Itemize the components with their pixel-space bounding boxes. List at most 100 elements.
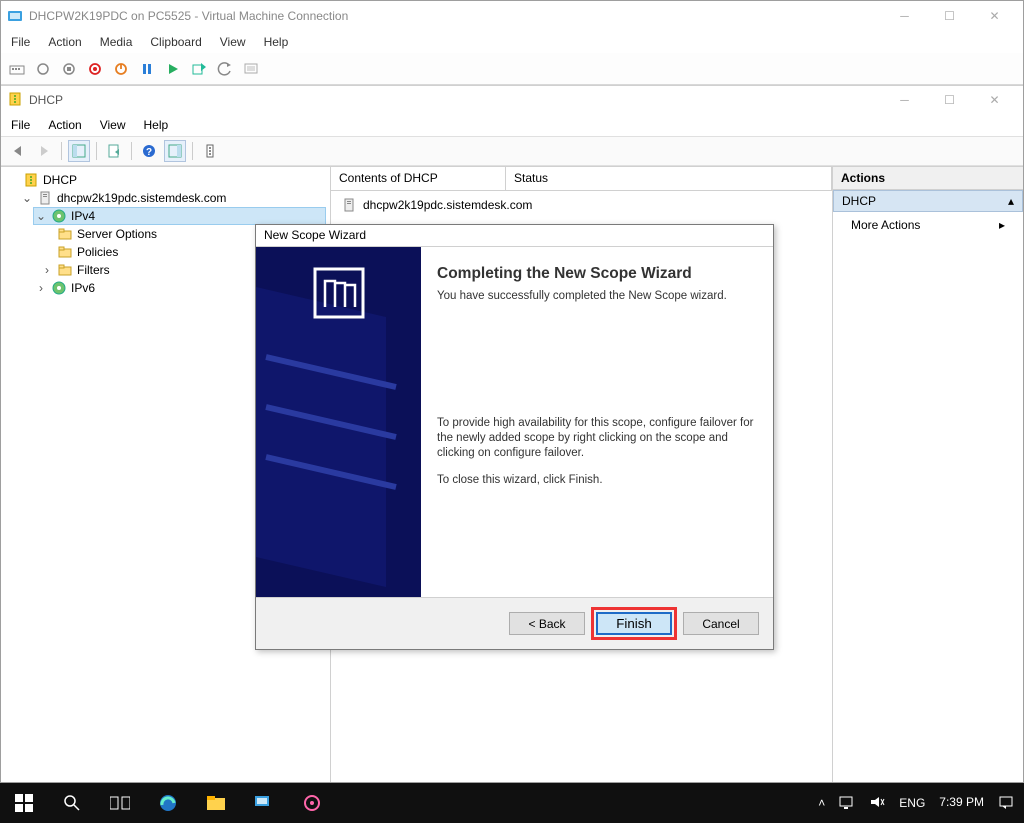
pause-icon[interactable]: [137, 59, 157, 79]
actions-title: Actions: [833, 167, 1023, 190]
export-list-icon[interactable]: [103, 140, 125, 162]
server-icon: [341, 197, 357, 213]
wizard-text-close: To close this wizard, click Finish.: [437, 473, 757, 488]
wizard-body: Completing the New Scope Wizard You have…: [256, 247, 773, 597]
dhcp-root-icon: [23, 172, 39, 188]
vm-menu-media[interactable]: Media: [100, 35, 133, 49]
expand-icon[interactable]: ›: [41, 263, 53, 277]
wizard-heading: Completing the New Scope Wizard: [437, 265, 757, 283]
forward-icon[interactable]: [33, 140, 55, 162]
turnoff-icon[interactable]: [85, 59, 105, 79]
dhcp-menu-view[interactable]: View: [100, 118, 126, 132]
toolbar-circle-2-icon[interactable]: [59, 59, 79, 79]
back-button[interactable]: < Back: [509, 612, 585, 635]
tray-sound-icon[interactable]: [869, 795, 885, 812]
actions-more[interactable]: More Actions ▸: [833, 212, 1023, 238]
content-row[interactable]: dhcpw2k19pdc.sistemdesk.com: [331, 191, 832, 219]
server-tower-icon[interactable]: [199, 140, 221, 162]
vm-connection-task-icon[interactable]: [240, 783, 288, 823]
tree-ipv6-label: IPv6: [71, 281, 95, 295]
wizard-footer: < Back Finish Cancel: [256, 597, 773, 649]
actions-sub-dhcp[interactable]: DHCP ▴: [833, 190, 1023, 212]
dhcp-menubar: File Action View Help: [1, 114, 1023, 136]
folder-options-icon: [57, 226, 73, 242]
toolbar-circle-1-icon[interactable]: [33, 59, 53, 79]
vm-app-icon: [7, 8, 23, 24]
tray-lang[interactable]: ENG: [899, 796, 925, 810]
collapse-up-icon[interactable]: ▴: [1008, 194, 1014, 208]
collapse-icon[interactable]: ⌄: [21, 191, 33, 205]
tree-policies-label: Policies: [77, 245, 118, 259]
edge-icon[interactable]: [144, 783, 192, 823]
content-item-label: dhcpw2k19pdc.sistemdesk.com: [363, 198, 532, 212]
show-hide-tree-icon[interactable]: [68, 140, 90, 162]
checkpoint-icon[interactable]: [189, 59, 209, 79]
content-header: Contents of DHCP Status: [331, 167, 832, 191]
ipv6-icon: [51, 280, 67, 296]
cancel-button[interactable]: Cancel: [683, 612, 759, 635]
wizard-titlebar: New Scope Wizard: [256, 225, 773, 247]
content-col-status[interactable]: Status: [506, 167, 832, 190]
tray-up-icon[interactable]: ˄: [818, 796, 825, 810]
actions-pane: Actions DHCP ▴ More Actions ▸: [833, 167, 1023, 782]
minimize-button[interactable]: ─: [882, 2, 927, 30]
dhcp-title-text: DHCP: [29, 93, 63, 107]
tree-root-label: DHCP: [43, 173, 77, 187]
vm-menu-file[interactable]: File: [11, 35, 30, 49]
vm-titlebar: DHCPW2K19PDC on PC5525 - Virtual Machine…: [1, 1, 1023, 31]
maximize-button[interactable]: ☐: [927, 2, 972, 30]
file-explorer-icon[interactable]: [192, 783, 240, 823]
dhcp-app-icon: [7, 91, 23, 110]
tray-notifications-icon[interactable]: [998, 794, 1014, 813]
enhanced-session-icon[interactable]: [241, 59, 261, 79]
show-hide-action-pane-icon[interactable]: [164, 140, 186, 162]
wizard-sidebar: [256, 247, 421, 597]
dhcp-maximize-button[interactable]: ☐: [927, 86, 972, 114]
wizard-main: Completing the New Scope Wizard You have…: [421, 247, 773, 597]
vm-menu-help[interactable]: Help: [264, 35, 289, 49]
dhcp-minimize-button[interactable]: ─: [882, 86, 927, 114]
folder-filters-icon: [57, 262, 73, 278]
start-icon[interactable]: [163, 59, 183, 79]
tree-ipv4[interactable]: ⌄ IPv4: [33, 207, 326, 225]
tree-server-options-label: Server Options: [77, 227, 157, 241]
settings-task-icon[interactable]: [288, 783, 336, 823]
server-icon: [37, 190, 53, 206]
vm-toolbar: [1, 53, 1023, 85]
back-icon[interactable]: [7, 140, 29, 162]
vm-menu-action[interactable]: Action: [48, 35, 81, 49]
task-view-icon[interactable]: [96, 783, 144, 823]
start-button[interactable]: [0, 783, 48, 823]
help-icon[interactable]: ?: [138, 140, 160, 162]
tray-network-icon[interactable]: [839, 795, 855, 812]
tree-server[interactable]: ⌄ dhcpw2k19pdc.sistemdesk.com: [19, 189, 326, 207]
shutdown-icon[interactable]: [111, 59, 131, 79]
finish-button-highlight: Finish: [591, 607, 677, 640]
revert-icon[interactable]: [215, 59, 235, 79]
vm-menubar: File Action Media Clipboard View Help: [1, 31, 1023, 53]
search-icon[interactable]: [48, 783, 96, 823]
tree-root-dhcp[interactable]: DHCP: [5, 171, 326, 189]
collapse-icon[interactable]: ⌄: [35, 209, 47, 223]
dhcp-menu-action[interactable]: Action: [48, 118, 81, 132]
ctrlaltdel-icon[interactable]: [7, 59, 27, 79]
vm-menu-view[interactable]: View: [220, 35, 246, 49]
finish-button[interactable]: Finish: [596, 612, 672, 635]
tray-clock[interactable]: 7:39 PM: [939, 796, 984, 809]
taskbar: ˄ ENG 7:39 PM: [0, 783, 1024, 823]
new-scope-wizard: New Scope Wizard Completing the New Scop…: [255, 224, 774, 650]
actions-more-label: More Actions: [851, 218, 920, 232]
ipv4-icon: [51, 208, 67, 224]
expand-icon[interactable]: ›: [35, 281, 47, 295]
close-button[interactable]: ✕: [972, 2, 1017, 30]
vm-window-title: DHCPW2K19PDC on PC5525 - Virtual Machine…: [29, 9, 348, 23]
tree-server-label: dhcpw2k19pdc.sistemdesk.com: [57, 191, 226, 205]
vm-menu-clipboard[interactable]: Clipboard: [150, 35, 201, 49]
svg-text:?: ?: [146, 147, 152, 158]
dhcp-menu-help[interactable]: Help: [144, 118, 169, 132]
tree-filters-label: Filters: [77, 263, 110, 277]
content-col-contents[interactable]: Contents of DHCP: [331, 167, 506, 190]
dhcp-menu-file[interactable]: File: [11, 118, 30, 132]
dhcp-toolbar: ?: [1, 136, 1023, 166]
dhcp-close-button[interactable]: ✕: [972, 86, 1017, 114]
